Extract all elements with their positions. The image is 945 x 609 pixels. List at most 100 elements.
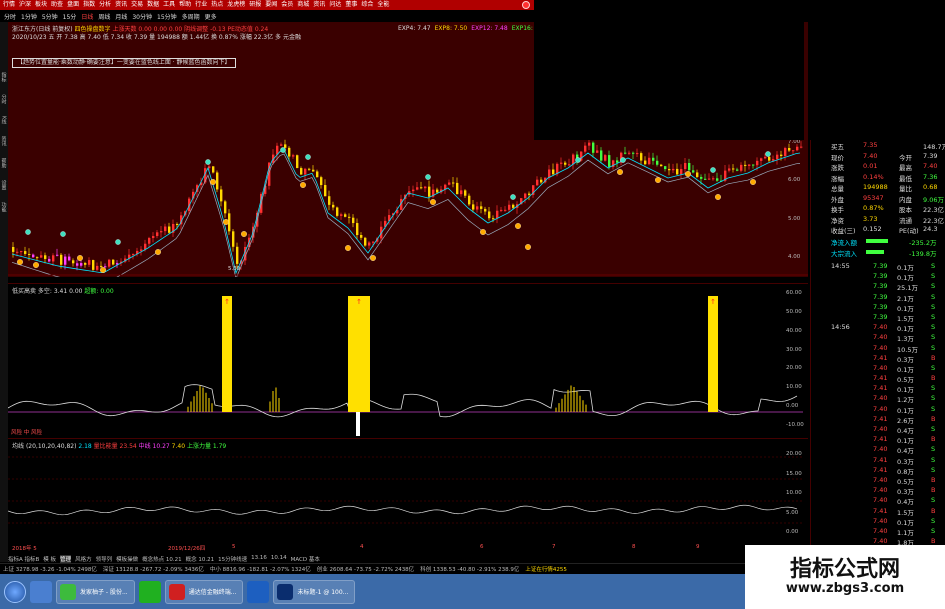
candle-body xyxy=(540,179,543,183)
sell-marker xyxy=(77,255,83,261)
rail-item[interactable]: 指标 xyxy=(1,72,8,82)
tick-price: 7.40 xyxy=(873,333,888,342)
indicator-chart[interactable]: ↑ ↑ ↑ 低买高卖 多空: 3.41 0.00 超额: 0.00 风险 中 风险 … xyxy=(8,283,808,436)
date-tick: 2018年 5 xyxy=(12,546,37,552)
candle-body xyxy=(88,260,91,265)
indicator-tab[interactable]: 15分钟线速 xyxy=(218,555,247,563)
period-tab[interactable]: 周线 xyxy=(98,12,110,21)
rail-item[interactable]: 资讯 xyxy=(1,136,8,146)
y-axis-tick: 15.00 xyxy=(786,470,802,477)
signal-arrow: ↑ xyxy=(710,298,716,306)
period-bar: 分时 1分钟 5分钟 15分 日线 周线 月线 30分钟 15分钟 多周期 更多 xyxy=(4,12,217,21)
rail-item[interactable]: 设置 xyxy=(1,180,8,190)
ticker-item[interactable]: 深证 13128.8 -267.72 -2.09% 3436亿 xyxy=(103,565,204,573)
start-button[interactable] xyxy=(4,580,26,603)
candle-body xyxy=(584,145,587,152)
indicator-tab[interactable]: 10.14 xyxy=(271,555,287,563)
period-tab[interactable]: 15分 xyxy=(63,12,77,21)
menu-item[interactable]: 要闻 xyxy=(265,0,277,10)
indicator-tab[interactable]: 管理 xyxy=(60,555,72,563)
line-indicator-chart[interactable]: 均线 (20,10,20,40,82) 2.18 量比能量 23.54 中线 1… xyxy=(8,438,808,543)
menu-item[interactable]: 行业 xyxy=(195,0,207,10)
menu-item[interactable]: 沪深 xyxy=(19,0,31,10)
period-tab[interactable]: 分时 xyxy=(4,12,16,21)
candle-body xyxy=(52,255,55,262)
tick-side: S xyxy=(931,312,936,321)
indicator-tab[interactable]: 概念热点 10.21 xyxy=(142,555,182,563)
menu-item[interactable]: 会员 xyxy=(281,0,293,10)
menu-item[interactable]: 数据 xyxy=(147,0,159,10)
line-indicator-e: 上涨力量 1.79 xyxy=(186,443,227,450)
period-tab[interactable]: 日线 xyxy=(81,12,93,21)
menu-item[interactable]: 板块 xyxy=(35,0,47,10)
menu-item[interactable]: 龙虎榜 xyxy=(227,0,245,10)
ticker-item[interactable]: 上证 3278.98 -3.26 -1.04% 2498亿 xyxy=(3,565,97,573)
candle-body xyxy=(68,256,71,261)
period-tab[interactable]: 15分钟 xyxy=(157,12,177,21)
menu-item[interactable]: 行情 xyxy=(3,0,15,10)
candle-body xyxy=(452,182,455,184)
ema-readout: EXP4: 7.47 EXP8: 7.50 EXP12: 7.48 EXP16: 7.… xyxy=(398,25,552,32)
menu-item[interactable]: 交易 xyxy=(131,0,143,10)
menu-item[interactable]: 分析 xyxy=(99,0,111,10)
candle-body xyxy=(84,263,87,265)
candle-body xyxy=(680,169,683,175)
menu-item[interactable]: 研报 xyxy=(249,0,261,10)
taskbar-button[interactable]: 未标题-1 @ 100... xyxy=(273,579,356,604)
flow-bar xyxy=(866,239,888,243)
app-icon[interactable] xyxy=(138,580,161,603)
menu-item[interactable]: 全能 xyxy=(377,0,389,10)
taskbar-button[interactable]: 通达信金融终端... xyxy=(164,579,244,604)
ticker-item[interactable]: 中小 8816.96 -182.81 -2.07% 1324亿 xyxy=(210,565,311,573)
period-tab[interactable]: 月线 xyxy=(115,12,127,21)
period-tab[interactable]: 多周期 xyxy=(182,12,200,21)
rail-item[interactable]: 功能 xyxy=(1,202,8,212)
indicator-tab[interactable]: 领导列 xyxy=(96,555,113,563)
menu-item[interactable]: 资讯 xyxy=(115,0,127,10)
menu-item[interactable]: 综合 xyxy=(361,0,373,10)
rail-item[interactable]: 帮助 xyxy=(1,158,8,168)
tick-side: S xyxy=(931,323,936,332)
period-tab[interactable]: 30分钟 xyxy=(132,12,152,21)
quote-label: 内盘 xyxy=(899,195,912,204)
line-indicator-c: 中线 10.27 xyxy=(138,443,170,450)
line-indicator-svg[interactable] xyxy=(8,439,808,544)
ticker-item[interactable]: 创业 2608.64 -73.75 -2.72% 2438亿 xyxy=(317,565,414,573)
app-icon[interactable] xyxy=(247,580,270,603)
taskbar-button[interactable]: 发家柚子 - 股份... xyxy=(56,579,135,604)
menu-item[interactable]: 热点 xyxy=(211,0,223,10)
indicator-tab[interactable]: MACD 基本 xyxy=(291,555,320,563)
period-tab[interactable]: 5分钟 xyxy=(42,12,58,21)
period-tab[interactable]: 更多 xyxy=(205,12,217,21)
menu-item[interactable]: 问达 xyxy=(329,0,341,10)
explorer-icon[interactable] xyxy=(30,580,52,603)
indicator-svg[interactable]: ↑ ↑ ↑ xyxy=(8,284,808,437)
candle-body xyxy=(548,169,551,178)
y-axis-tick: 5.00 xyxy=(786,509,799,516)
y-axis-tick: 60.00 xyxy=(786,290,802,296)
menu-item[interactable]: 商城 xyxy=(297,0,309,10)
indicator-tab[interactable]: 风格方 xyxy=(75,555,92,563)
menu-item[interactable]: 资讯 xyxy=(313,0,325,10)
ticker-item[interactable]: 上证在行情4255 xyxy=(525,565,567,573)
rail-item[interactable]: K线 xyxy=(1,116,8,124)
period-tab[interactable]: 1分钟 xyxy=(21,12,37,21)
rail-item[interactable]: 分时 xyxy=(1,94,8,104)
indicator-tab[interactable]: 指标A 指标B xyxy=(8,555,39,563)
quote-value: 9.06万 xyxy=(923,195,944,204)
tick-price: 7.39 xyxy=(873,262,888,270)
candle-body xyxy=(72,260,75,264)
menu-item[interactable]: 助查 xyxy=(51,0,63,10)
menu-item[interactable]: 指数 xyxy=(83,0,95,10)
menu-item[interactable]: 帮助 xyxy=(179,0,191,10)
indicator-tab[interactable]: 模板操做 xyxy=(116,555,138,563)
indicator-tab[interactable]: 概念 10.21 xyxy=(186,555,215,563)
quote-value: 3.73 xyxy=(863,214,878,223)
indicator-tab[interactable]: 13.16 xyxy=(251,555,267,563)
indicator-tab[interactable]: 模 板 xyxy=(43,555,56,563)
quote-label: 外盘 xyxy=(831,195,844,204)
ticker-item[interactable]: 科创 1338.53 -40.80 -2.91% 238.9亿 xyxy=(420,565,519,573)
menu-item[interactable]: 盘面 xyxy=(67,0,79,10)
menu-item[interactable]: 工具 xyxy=(163,0,175,10)
menu-item[interactable]: 董事 xyxy=(345,0,357,10)
